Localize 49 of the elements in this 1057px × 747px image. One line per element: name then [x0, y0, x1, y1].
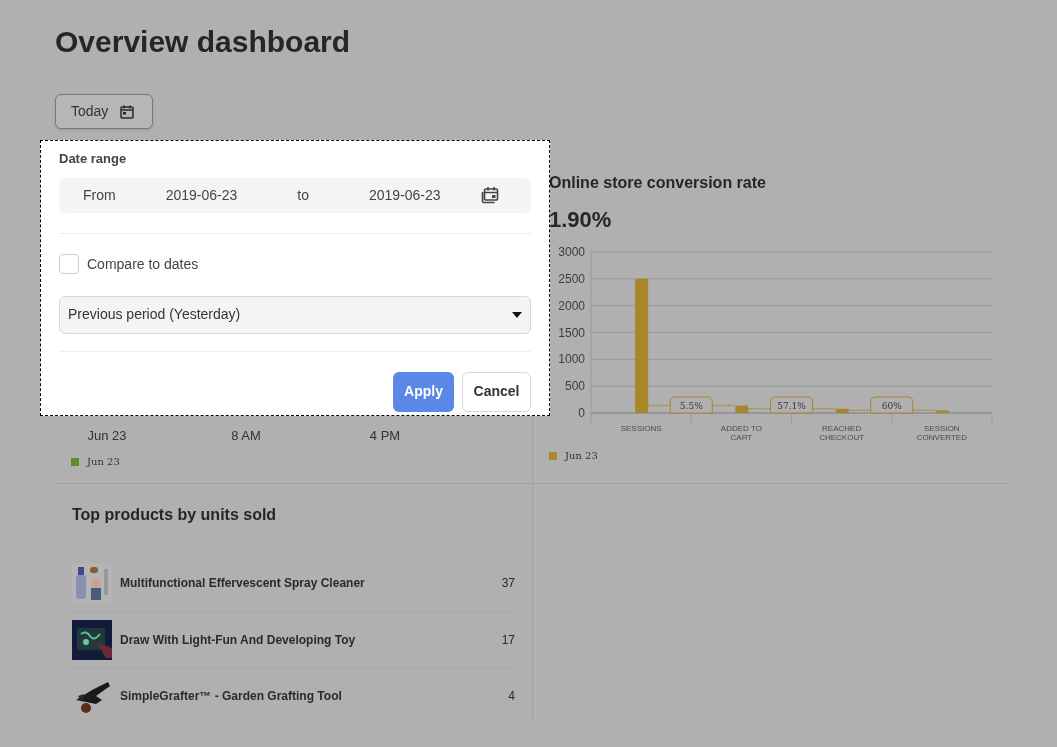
annotation: 5.5%	[679, 401, 704, 411]
y-tick-label: 0	[578, 406, 585, 420]
to-date: 2019-06-23	[369, 185, 441, 205]
from-label: From	[83, 185, 116, 205]
dropdown-caret-icon	[512, 311, 522, 318]
popover-title: Date range	[59, 150, 128, 168]
annotation: 57.1%	[777, 401, 807, 411]
category-label: ADDED TO CART	[720, 424, 762, 442]
category-label: SESSION CONVERTED	[916, 424, 967, 442]
x-axis-label: Jun 23	[87, 427, 127, 445]
page-title: Overview dashboard	[55, 24, 352, 60]
bar	[935, 410, 949, 413]
date-range-button[interactable]: Today	[55, 94, 153, 129]
conversion-badge: 60%	[870, 396, 914, 414]
annotation: 60%	[881, 401, 903, 411]
product-name: Multifunctional Effervescent Spray Cleaner	[120, 575, 366, 592]
y-tick-label: 1500	[558, 325, 585, 340]
legend-label: Jun 23	[565, 449, 598, 463]
bar	[735, 405, 749, 413]
units-sold: 37	[501, 575, 515, 592]
cancel-button[interactable]: Cancel	[462, 371, 531, 412]
y-tick-label: 2000	[558, 298, 585, 313]
section-title: Top products by units sold	[72, 505, 278, 525]
legend-label: Jun 23	[87, 455, 120, 469]
calendar-icon	[120, 104, 135, 119]
category-label: SESSIONS	[620, 424, 662, 433]
bar	[835, 408, 849, 413]
conversion-badge: 5.5%	[669, 396, 713, 414]
chart-title: Online store conversion rate	[549, 173, 767, 193]
conversion-badge: 57.1%	[770, 396, 813, 414]
product-name: Draw With Light-Fun And Developing Toy	[120, 631, 357, 649]
x-axis-label: 4 PM	[369, 427, 401, 445]
y-tick-label: 500	[564, 379, 585, 394]
units-sold: 4	[508, 687, 515, 705]
category-label: REACHED CHECKOUT	[819, 424, 865, 442]
x-axis-label: 8 AM	[231, 427, 261, 445]
compare-label: Compare to dates	[87, 254, 199, 274]
from-date: 2019-06-23	[165, 185, 238, 205]
y-tick-label: 3000	[558, 245, 585, 259]
y-tick-label: 2500	[558, 271, 585, 286]
conversion-value: 1.90%	[549, 206, 613, 234]
y-tick-label: 1000	[558, 352, 585, 367]
compare-period-select[interactable]: Previous period (Yesterday)	[59, 295, 531, 334]
calendar-icon	[480, 186, 499, 204]
compare-checkbox[interactable]	[59, 254, 79, 274]
product-name: SimpleGrafter™ - Garden Grafting Tool	[120, 687, 343, 705]
date-range-field[interactable]: From 2019-06-23 to 2019-06-23	[59, 177, 531, 213]
to-label: to	[297, 185, 309, 205]
units-sold: 17	[501, 631, 515, 649]
